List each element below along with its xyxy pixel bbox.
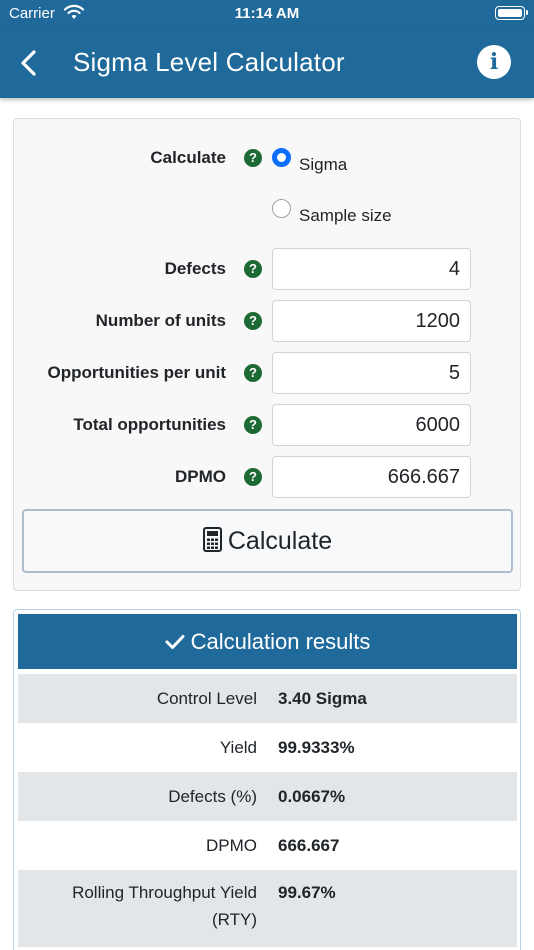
result-row: Rolling Throughput Yield (RTY) 99.67% [18,870,517,947]
opportunities-field[interactable]: 5 [272,352,471,394]
result-value: 99.67% [278,883,336,902]
radio-sample-size-label[interactable]: Sample size [299,206,392,226]
total-opportunities-label: Total opportunities [73,415,226,434]
result-row: DPMO 666.667 [18,821,517,870]
result-value: 0.0667% [278,787,346,806]
result-label: Defects (%) [168,787,257,806]
result-value: 3.40 Sigma [278,689,367,708]
result-label: DPMO [206,836,257,855]
results-header: Calculation results [18,614,517,669]
help-icon[interactable]: ? [244,260,262,278]
dpmo-label: DPMO [175,467,226,486]
calculate-mode-label: Calculate [150,148,226,167]
status-bar: Carrier 11:14 AM [0,0,534,28]
checkmark-icon [165,615,185,670]
results-panel: Calculation results Control Level 3.40 S… [13,609,521,950]
units-label: Number of units [95,311,226,330]
status-time: 11:14 AM [234,5,300,22]
calculate-button[interactable]: Calculate [22,509,513,573]
result-label: Rolling Throughput Yield [72,883,257,902]
result-label: Control Level [156,689,257,708]
help-icon[interactable]: ? [244,149,262,167]
result-value: 99.9333% [278,738,355,757]
radio-sample-size[interactable] [272,199,291,218]
units-field[interactable]: 1200 [272,300,471,342]
page-title: Sigma Level Calculator [73,47,345,77]
radio-sigma-label[interactable]: Sigma [299,155,347,175]
results-title: Calculation results [190,629,371,654]
opportunities-label: Opportunities per unit [47,363,227,382]
help-icon[interactable]: ? [244,468,262,486]
calculator-icon [202,514,222,574]
battery-icon [495,6,528,20]
nav-bar: Sigma Level Calculator i [0,28,534,98]
dpmo-field[interactable]: 666.667 [272,456,471,498]
calculator-form: Calculate ? Sigma Sample size Defects ? … [13,118,521,591]
help-icon[interactable]: ? [244,364,262,382]
result-row: Yield 99.9333% [18,723,517,772]
radio-sigma[interactable] [272,148,291,167]
result-value: 666.667 [278,836,340,855]
result-row: Control Level 3.40 Sigma [18,674,517,723]
calculate-button-label: Calculate [227,527,333,555]
result-row: Defects (%) 0.0667% [18,772,517,821]
result-label-line2: (RTY) [211,910,257,929]
defects-field[interactable]: 4 [272,248,471,290]
defects-label: Defects [164,259,226,278]
info-icon[interactable]: i [477,45,511,79]
total-opportunities-field[interactable]: 6000 [272,404,471,446]
help-icon[interactable]: ? [244,312,262,330]
result-label: Yield [219,738,257,757]
back-chevron-icon[interactable] [14,47,44,79]
help-icon[interactable]: ? [244,416,262,434]
